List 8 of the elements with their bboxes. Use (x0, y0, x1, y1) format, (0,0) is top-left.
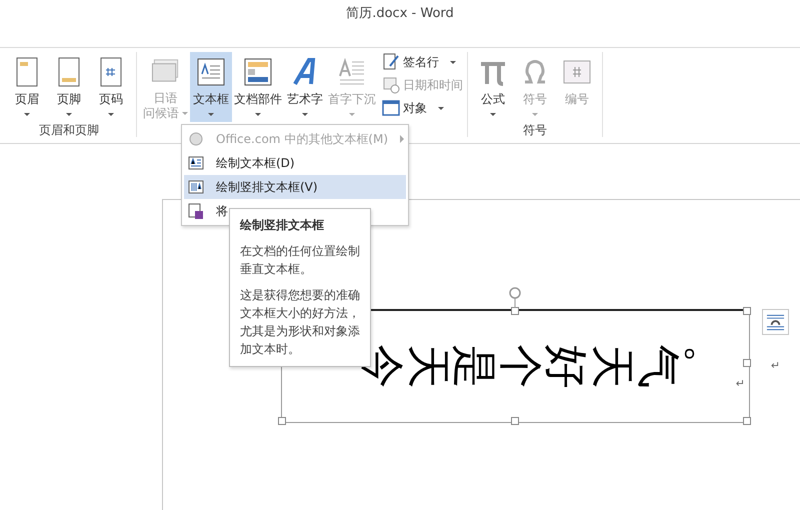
group-label: 页眉和页脚 (39, 122, 99, 139)
paragraph-mark: ↵ (770, 359, 780, 372)
group-label: 符号 (523, 122, 547, 139)
tooltip-title: 绘制竖排文本框 (240, 217, 325, 234)
paragraph-mark: ↵ (736, 377, 745, 390)
tooltip-text: 在文档的任何位置绘制垂直文本框。 (240, 243, 360, 278)
window-title: 简历.docx - Word (346, 5, 454, 22)
vertical-text: 今天是个好天气。 (359, 344, 727, 390)
